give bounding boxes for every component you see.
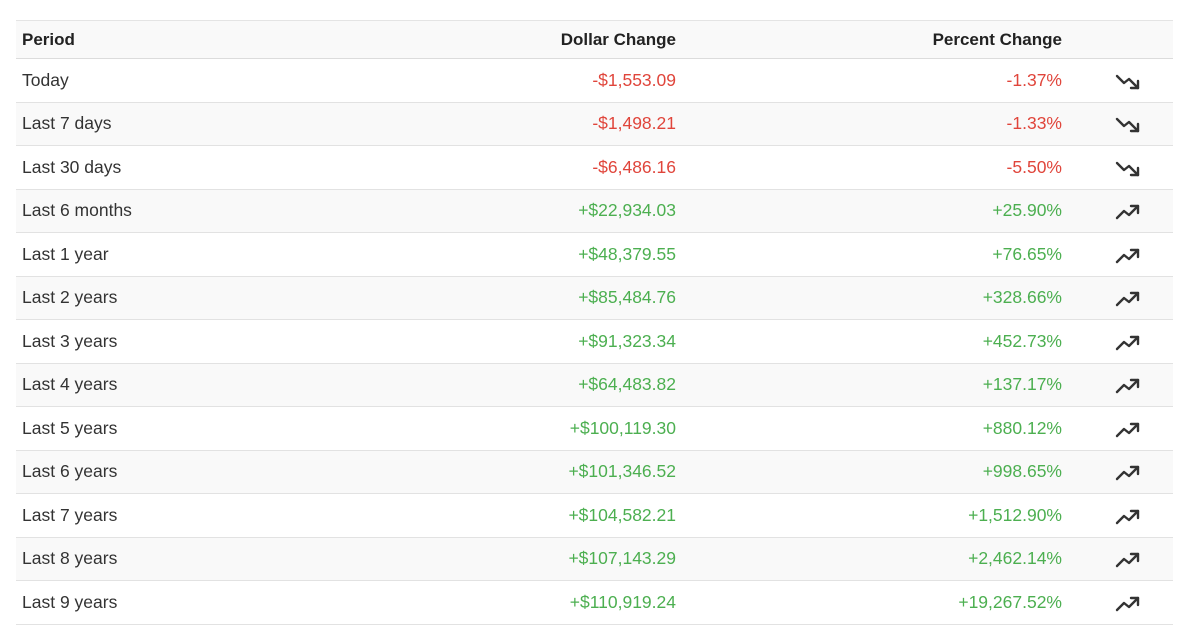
- percent-change-cell: +19,267.52%: [958, 591, 1062, 612]
- dollar-change-cell: +$100,119.30: [569, 417, 676, 438]
- performance-table: Period Dollar Change Percent Change Toda…: [16, 20, 1173, 625]
- trend-cell: [1068, 146, 1173, 190]
- trending-up-icon: [1114, 459, 1142, 487]
- trending-up-icon: [1114, 242, 1142, 270]
- table-row: Last 3 years +$91,323.34 +452.73%: [16, 319, 1173, 364]
- percent-change-cell: -1.33%: [1006, 113, 1062, 134]
- table-row: Last 7 days -$1,498.21 -1.33%: [16, 102, 1173, 146]
- period-cell: Last 1 year: [22, 243, 109, 264]
- period-cell: Last 6 years: [22, 461, 118, 482]
- trend-cell: [1068, 450, 1173, 494]
- trend-cell: [1068, 581, 1173, 625]
- dollar-change-cell: +$107,143.29: [568, 548, 676, 569]
- trending-up-icon: [1114, 372, 1142, 400]
- dollar-change-cell: +$48,379.55: [578, 243, 676, 264]
- table-row: Last 6 years +$101,346.52 +998.65%: [16, 450, 1173, 494]
- period-cell: Last 9 years: [22, 591, 118, 612]
- column-header-trend: [1068, 21, 1173, 59]
- percent-change-cell: +328.66%: [982, 287, 1062, 308]
- period-cell: Last 8 years: [22, 548, 118, 569]
- percent-change-cell: +25.90%: [992, 200, 1062, 221]
- trending-up-icon: [1114, 503, 1142, 531]
- trend-cell: [1068, 189, 1173, 233]
- trending-up-icon: [1114, 590, 1142, 618]
- table-row: Last 7 years +$104,582.21 +1,512.90%: [16, 493, 1173, 538]
- trend-cell: [1068, 363, 1173, 407]
- period-cell: Last 30 days: [22, 156, 122, 177]
- trend-cell: [1068, 276, 1173, 320]
- percent-change-cell: +137.17%: [982, 374, 1062, 395]
- trending-up-icon: [1114, 416, 1142, 444]
- percent-change-cell: +452.73%: [982, 330, 1062, 351]
- period-cell: Last 2 years: [22, 287, 118, 308]
- trend-cell: [1068, 320, 1173, 364]
- trend-cell: [1068, 233, 1173, 277]
- column-header-period: Period: [22, 29, 75, 49]
- table-row: Last 5 years +$100,119.30 +880.12%: [16, 406, 1173, 451]
- dollar-change-cell: -$6,486.16: [592, 156, 676, 177]
- trending-up-icon: [1114, 198, 1142, 226]
- trend-cell: [1068, 102, 1173, 146]
- period-cell: Last 6 months: [22, 200, 132, 221]
- performance-table-container: Period Dollar Change Percent Change Toda…: [16, 20, 1173, 625]
- table-row: Last 4 years +$64,483.82 +137.17%: [16, 363, 1173, 407]
- table-header-row: Period Dollar Change Percent Change: [16, 20, 1173, 59]
- dollar-change-cell: +$22,934.03: [578, 200, 676, 221]
- percent-change-cell: +998.65%: [982, 461, 1062, 482]
- table-header: Period Dollar Change Percent Change: [16, 20, 1173, 59]
- trending-down-icon: [1114, 68, 1142, 96]
- period-cell: Last 4 years: [22, 374, 118, 395]
- percent-change-cell: +1,512.90%: [968, 504, 1062, 525]
- table-row: Today -$1,553.09 -1.37%: [16, 58, 1173, 103]
- percent-change-cell: +2,462.14%: [968, 548, 1062, 569]
- dollar-change-cell: +$85,484.76: [578, 287, 676, 308]
- trending-up-icon: [1114, 329, 1142, 357]
- dollar-change-cell: +$104,582.21: [568, 504, 676, 525]
- column-header-percent-change: Percent Change: [932, 29, 1062, 49]
- table-row: Last 1 year +$48,379.55 +76.65%: [16, 232, 1173, 277]
- table-row: Last 6 months +$22,934.03 +25.90%: [16, 189, 1173, 233]
- trend-cell: [1068, 494, 1173, 538]
- trend-cell: [1068, 537, 1173, 581]
- trending-up-icon: [1114, 285, 1142, 313]
- period-cell: Last 3 years: [22, 330, 118, 351]
- table-row: Last 9 years +$110,919.24 +19,267.52%: [16, 580, 1173, 625]
- percent-change-cell: +76.65%: [992, 243, 1062, 264]
- table-body: Today -$1,553.09 -1.37% Last 7 days -$1,498.…: [16, 58, 1173, 625]
- dollar-change-cell: +$64,483.82: [578, 374, 676, 395]
- period-cell: Last 5 years: [22, 417, 118, 438]
- percent-change-cell: -5.50%: [1006, 156, 1062, 177]
- dollar-change-cell: +$101,346.52: [568, 461, 676, 482]
- percent-change-cell: +880.12%: [982, 417, 1062, 438]
- dollar-change-cell: +$91,323.34: [578, 330, 676, 351]
- period-cell: Today: [22, 69, 69, 90]
- table-row: Last 30 days -$6,486.16 -5.50%: [16, 145, 1173, 190]
- percent-change-cell: -1.37%: [1006, 69, 1062, 90]
- trend-cell: [1068, 59, 1173, 103]
- table-row: Last 2 years +$85,484.76 +328.66%: [16, 276, 1173, 320]
- trending-down-icon: [1114, 155, 1142, 183]
- period-cell: Last 7 years: [22, 504, 118, 525]
- table-row: Last 8 years +$107,143.29 +2,462.14%: [16, 537, 1173, 581]
- dollar-change-cell: +$110,919.24: [569, 591, 676, 612]
- trend-cell: [1068, 407, 1173, 451]
- dollar-change-cell: -$1,498.21: [592, 113, 676, 134]
- trending-up-icon: [1114, 546, 1142, 574]
- trending-down-icon: [1114, 111, 1142, 139]
- dollar-change-cell: -$1,553.09: [592, 69, 676, 90]
- period-cell: Last 7 days: [22, 113, 112, 134]
- column-header-dollar-change: Dollar Change: [560, 29, 676, 49]
